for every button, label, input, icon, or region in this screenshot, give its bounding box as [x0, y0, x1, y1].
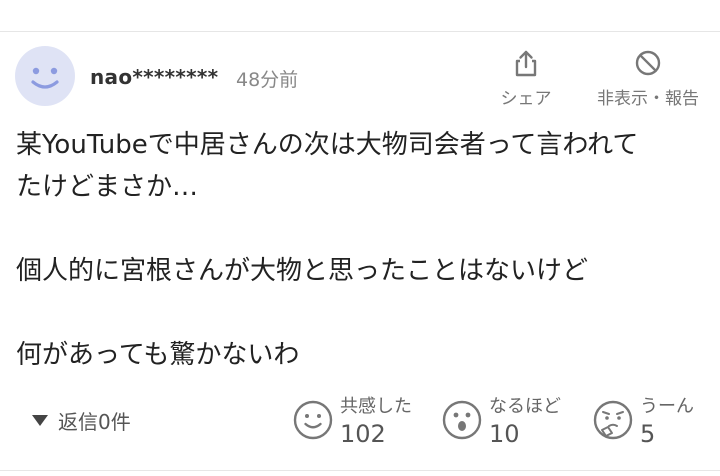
- replies-toggle[interactable]: 返信0件: [32, 406, 131, 435]
- reaction-uun-button[interactable]: うーん 5: [592, 392, 694, 448]
- user-avatar[interactable]: [15, 46, 75, 106]
- bottom-divider: [0, 470, 720, 471]
- timestamp: 48分前: [236, 69, 299, 91]
- username[interactable]: nao********: [90, 65, 218, 89]
- reaction-empathy-label: 共感した: [340, 396, 412, 417]
- smiley-avatar-icon: [31, 67, 59, 89]
- comment-body-line: 個人的に宮根さんが大物と思ったことはないけど: [16, 256, 589, 286]
- share-button[interactable]: シェア: [496, 48, 556, 109]
- reaction-empathy-count: 102: [340, 420, 386, 448]
- caret-down-icon: [32, 415, 48, 426]
- replies-label: 返信0件: [58, 410, 131, 434]
- smile-face-icon: [293, 400, 333, 440]
- reaction-naruhodo-count: 10: [489, 420, 520, 448]
- hide-report-button[interactable]: 非表示・報告: [588, 48, 708, 109]
- reaction-naruhodo-button[interactable]: なるほど 10: [441, 392, 561, 448]
- block-icon: [635, 50, 661, 76]
- thinking-face-icon: [593, 400, 633, 440]
- comment-body: 某YouTubeで中居さんの次は大物司会者って言われて たけどまさか… 個人的に…: [16, 124, 706, 376]
- comment-card: nao******** 48分前 シェア 非表示・報告 某YouTubeで中居さ…: [0, 32, 720, 470]
- comment-body-line: 何があっても驚かないわ: [16, 340, 300, 370]
- reaction-uun-count: 5: [640, 420, 656, 448]
- reaction-uun-label: うーん: [640, 396, 694, 417]
- share-icon: [515, 50, 537, 77]
- surprised-face-icon: [442, 400, 482, 440]
- comment-body-line: たけどまさか…: [16, 172, 199, 202]
- reaction-empathy-button[interactable]: 共感した 102: [292, 392, 412, 448]
- share-label: シェア: [500, 89, 552, 109]
- hide-report-label: 非表示・報告: [597, 89, 699, 109]
- comment-body-line: 某YouTubeで中居さんの次は大物司会者って言われて: [16, 130, 639, 160]
- reaction-naruhodo-label: なるほど: [489, 396, 561, 417]
